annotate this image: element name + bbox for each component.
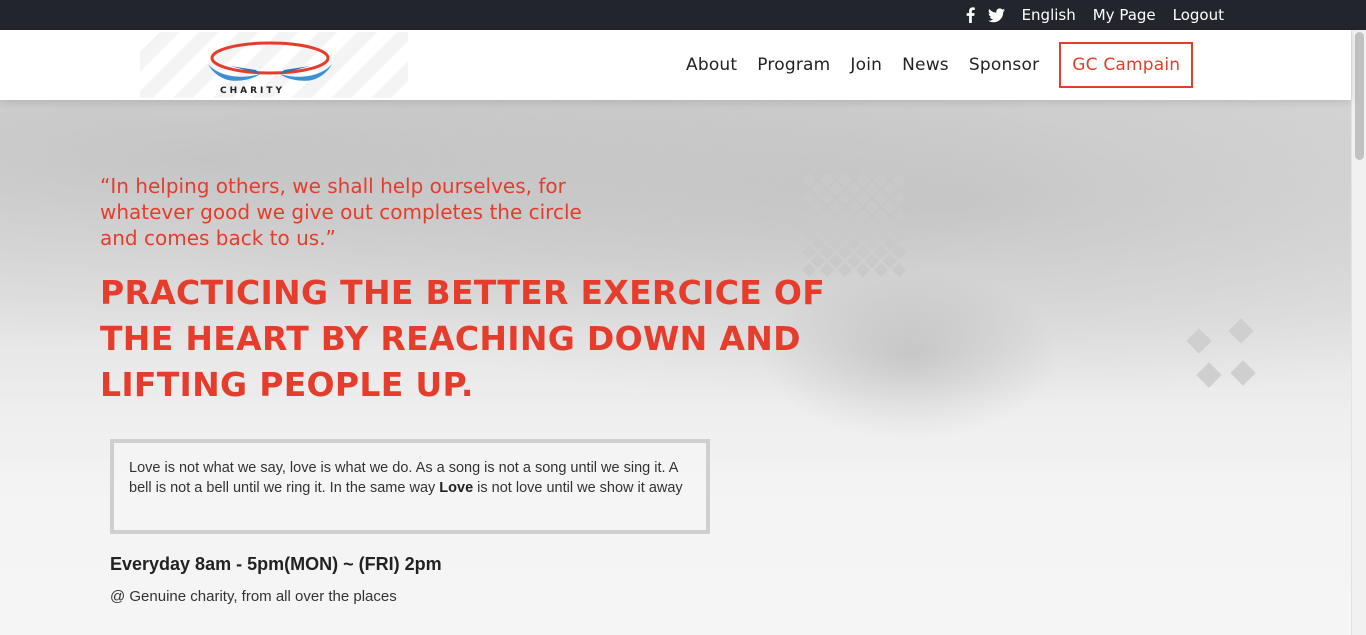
quote-line: “In helping others, we shall help oursel… — [100, 174, 566, 198]
quote-line: whatever good we give out completes the … — [100, 200, 582, 224]
diamond-dot — [855, 172, 871, 188]
diamond-dot — [882, 181, 898, 197]
diamond-dot — [891, 190, 907, 206]
diamond-dot — [891, 208, 907, 224]
diamond-dot — [882, 199, 898, 215]
hero-quote: “In helping others, we shall help oursel… — [100, 173, 640, 251]
gc-campain-button[interactable]: GC Campain — [1059, 42, 1194, 88]
quote-line: and comes back to us.” — [100, 226, 336, 250]
svg-text:CHARITY: CHARITY — [220, 86, 285, 96]
nav-news[interactable]: News — [902, 55, 949, 75]
diamond-dot — [846, 235, 862, 251]
diamond-dot — [864, 199, 880, 215]
diamond-dot — [882, 253, 898, 269]
diamond-dot — [828, 235, 844, 251]
diamond-dot — [828, 199, 844, 215]
diamond-dot — [837, 190, 853, 206]
diamond-dot — [864, 181, 880, 197]
place-text: @ Genuine charity, from all over the pla… — [110, 588, 397, 605]
diamond-dot — [873, 262, 889, 278]
diamond-dot — [873, 172, 889, 188]
diamond-dot — [891, 226, 907, 242]
diamond-dot — [873, 244, 889, 260]
diamond-dot — [801, 208, 817, 224]
main-navbar: CHARITY About Program Join News Sponsor … — [0, 30, 1351, 100]
logo-hands-icon: CHARITY — [208, 41, 332, 96]
language-link[interactable]: English — [1022, 6, 1076, 24]
diamond-dot — [873, 190, 889, 206]
hero-section: “In helping others, we shall help oursel… — [0, 100, 1351, 635]
diamond-dot — [828, 253, 844, 269]
page-scrollbar[interactable] — [1351, 30, 1366, 635]
diamond-dot — [882, 217, 898, 233]
love-text: is not love until we show it away — [473, 479, 683, 496]
diamond-dot — [873, 208, 889, 224]
diamond-dot — [810, 217, 826, 233]
diamond-dot — [819, 226, 835, 242]
diamond-dot — [810, 181, 826, 197]
love-bold-text: Love — [439, 479, 474, 496]
nav-join[interactable]: Join — [850, 55, 882, 75]
top-bar: English My Page Logout — [0, 0, 1366, 30]
diamond-dot — [864, 217, 880, 233]
diamond-dot — [801, 172, 817, 188]
main-menu: About Program Join News Sponsor GC Campa… — [686, 30, 1194, 100]
diamond-dot — [828, 217, 844, 233]
nav-program[interactable]: Program — [757, 55, 830, 75]
diamond-dot — [801, 226, 817, 242]
love-quote-box: Love is not what we say, love is what we… — [110, 439, 710, 534]
diamond-dot — [855, 244, 871, 260]
diamond-dot — [819, 208, 835, 224]
diamond-dot — [846, 253, 862, 269]
diamond-dot — [855, 226, 871, 242]
opening-hours: Everyday 8am - 5pm(MON) ~ (FRI) 2pm — [110, 554, 442, 574]
diamond-dot — [846, 181, 862, 197]
diamond-dot — [819, 190, 835, 206]
diamond-dot — [891, 262, 907, 278]
diamond-dot — [810, 253, 826, 269]
diamond-dot — [819, 244, 835, 260]
diamond-dot — [828, 181, 844, 197]
scrollbar-thumb[interactable] — [1355, 32, 1364, 160]
logout-link[interactable]: Logout — [1173, 6, 1224, 24]
diamond-dot — [837, 226, 853, 242]
diamond-dot — [891, 172, 907, 188]
charity-logo[interactable]: CHARITY — [140, 32, 408, 98]
diamond-dot — [882, 235, 898, 251]
diamond-dot — [855, 208, 871, 224]
diamond-dot — [810, 199, 826, 215]
nav-about[interactable]: About — [686, 55, 737, 75]
twitter-icon[interactable] — [987, 7, 1005, 23]
diamond-dot — [837, 208, 853, 224]
diamond-dot — [846, 199, 862, 215]
diamond-dot — [891, 244, 907, 260]
diamond-dot — [873, 226, 889, 242]
diamond-dot — [837, 244, 853, 260]
diamond-dot — [855, 190, 871, 206]
diamond-dot — [810, 235, 826, 251]
diamond-dot — [837, 172, 853, 188]
diamond-dot — [819, 172, 835, 188]
x-decoration-icon — [1186, 318, 1256, 388]
diamond-dot — [864, 235, 880, 251]
hero-headline: PRACTICING THE BETTER EXERCICE OF THE HE… — [100, 273, 826, 404]
diamond-dot — [801, 190, 817, 206]
diamond-dot — [801, 244, 817, 260]
top-bar-links: English My Page Logout — [965, 0, 1224, 30]
my-page-link[interactable]: My Page — [1093, 6, 1156, 24]
nav-sponsor[interactable]: Sponsor — [969, 55, 1039, 75]
diamond-dot — [864, 253, 880, 269]
diamond-dot — [846, 217, 862, 233]
facebook-icon[interactable] — [965, 7, 976, 23]
